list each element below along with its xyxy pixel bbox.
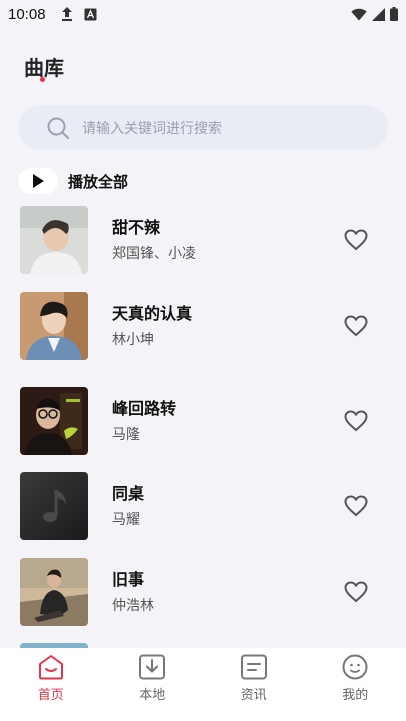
song-cover [20,206,88,274]
tab-label: 资讯 [240,688,267,703]
song-cover [20,292,88,360]
song-title: 峰回路转 [112,399,177,418]
song-row[interactable]: 天真的认真 林小坤 [0,292,406,360]
tab-label: 本地 [139,688,166,703]
song-title: 天真的认真 [112,304,193,323]
song-artist: 郑国锋、小凌 [112,246,196,262]
tab-profile[interactable]: 我的 [305,648,406,721]
song-list: 甜不辣 郑国锋、小凌 天真的认真 林小坤 峰回路转 马隆 同桌 马耀 旧事 仲浩… [0,0,406,721]
download-icon [139,654,166,680]
tab-label: 首页 [37,688,64,703]
song-title: 旧事 [112,570,145,589]
song-artist: 马隆 [112,427,140,443]
heart-icon [344,410,368,432]
profile-icon [342,654,368,680]
song-artist: 林小坤 [112,332,154,348]
song-artist: 仲浩林 [112,598,154,614]
favorite-button[interactable] [343,580,369,604]
song-cover [20,558,88,626]
favorite-button[interactable] [343,494,369,518]
song-title: 甜不辣 [112,218,161,237]
home-icon [38,655,63,680]
tab-local[interactable]: 本地 [102,648,204,721]
news-icon [240,654,267,680]
tab-label: 我的 [342,688,369,703]
song-row[interactable]: 同桌 马耀 [0,472,406,540]
heart-icon [344,229,368,251]
song-title: 同桌 [112,484,145,503]
song-artist: 马耀 [112,512,140,528]
song-cover [20,472,88,540]
bottom-tab-bar: 首页 本地 资讯 我的 [0,648,406,721]
favorite-button[interactable] [343,228,369,252]
song-cover [20,387,88,455]
song-row[interactable]: 甜不辣 郑国锋、小凌 [0,206,406,274]
favorite-button[interactable] [343,314,369,338]
heart-icon [344,495,368,517]
tab-home[interactable]: 首页 [0,648,102,721]
song-row[interactable]: 峰回路转 马隆 [0,387,406,455]
heart-icon [344,315,368,337]
favorite-button[interactable] [343,409,369,433]
tab-news[interactable]: 资讯 [203,648,305,721]
song-row[interactable]: 旧事 仲浩林 [0,558,406,626]
heart-icon [344,581,368,603]
